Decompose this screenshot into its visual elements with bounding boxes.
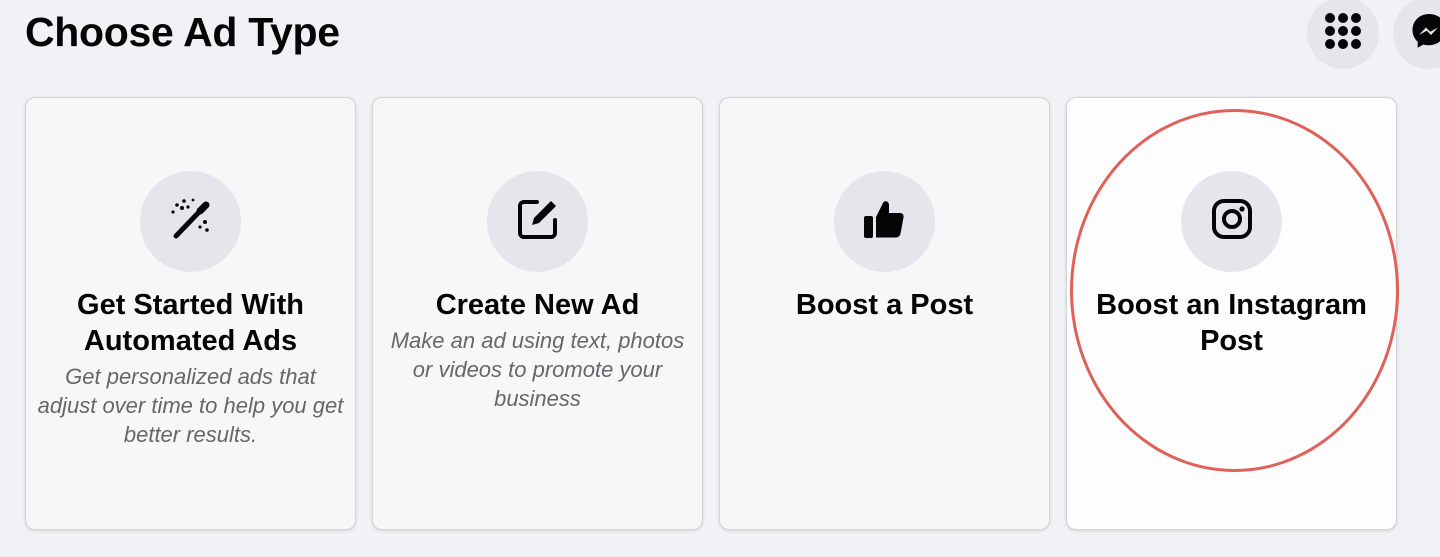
thumbs-up-icon	[862, 196, 908, 247]
card-icon-circle	[140, 171, 241, 272]
messenger-button[interactable]	[1393, 0, 1440, 69]
card-boost-post[interactable]: Boost a Post	[719, 97, 1050, 530]
card-title: Create New Ad	[435, 289, 640, 321]
menu-button[interactable]	[1307, 0, 1379, 69]
instagram-icon	[1211, 198, 1253, 245]
card-icon-circle	[487, 171, 588, 272]
card-description: Make an ad using text, photos or videos …	[390, 328, 685, 411]
grid-menu-icon	[1324, 12, 1362, 55]
card-automated-ads[interactable]: Get Started With Automated Ads Get perso…	[25, 97, 356, 530]
card-icon-circle	[1181, 171, 1282, 272]
messenger-icon	[1409, 11, 1440, 56]
card-create-new-ad[interactable]: Create New Ad Make an ad using text, pho…	[372, 97, 703, 530]
card-boost-instagram-post[interactable]: Boost an Instagram Post	[1066, 97, 1397, 530]
edit-icon	[515, 196, 561, 247]
magic-wand-icon	[167, 195, 215, 248]
card-title: Get Started With Automated Ads	[77, 289, 304, 357]
card-description: Get personalized ads that adjust over ti…	[37, 364, 344, 447]
page-title: Choose Ad Type	[25, 9, 340, 55]
card-title: Boost a Post	[795, 289, 974, 321]
card-icon-circle	[834, 171, 935, 272]
ad-type-cards: Get Started With Automated Ads Get perso…	[25, 97, 1397, 530]
card-title: Boost an Instagram Post	[1096, 289, 1367, 357]
